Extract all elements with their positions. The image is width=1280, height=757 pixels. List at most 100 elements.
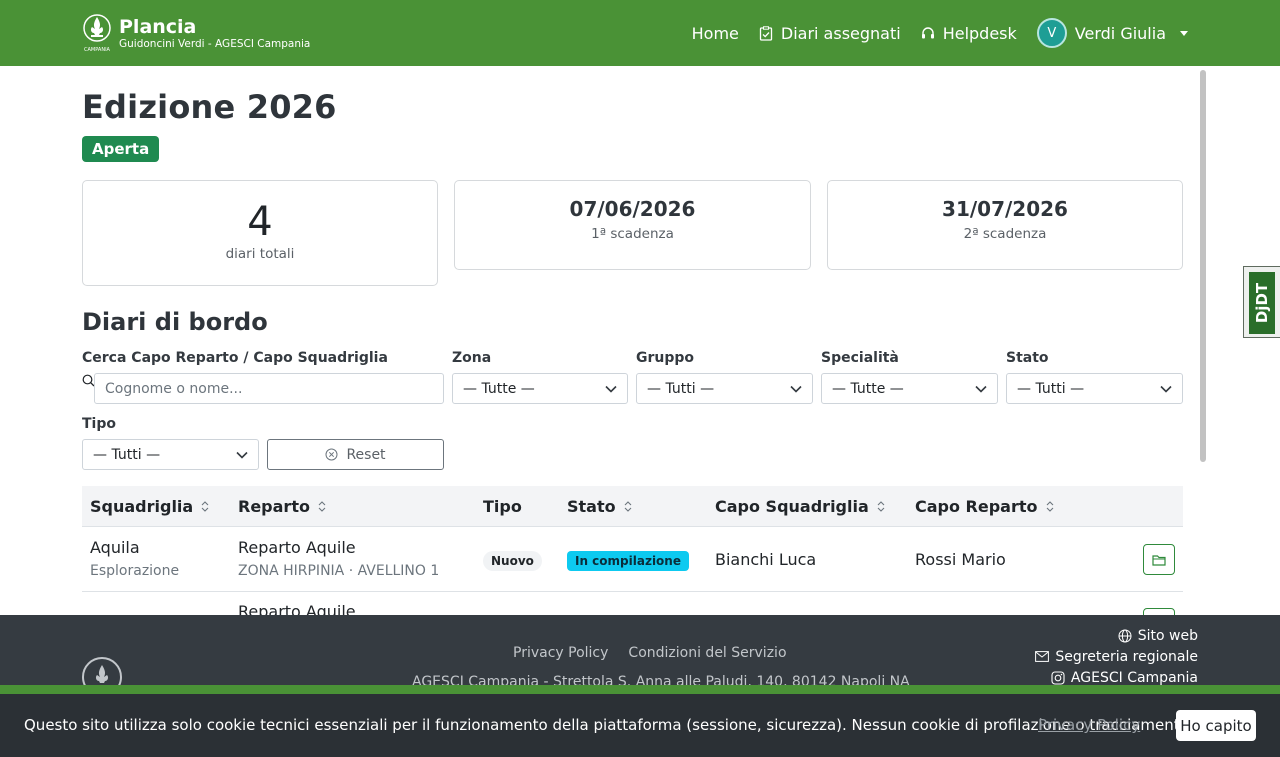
th-capo-reparto-label: Capo Reparto	[915, 497, 1038, 516]
footer-instagram-link[interactable]: AGESCI Campania	[1035, 667, 1198, 685]
th-reparto-label: Reparto	[238, 497, 310, 516]
headset-icon	[921, 26, 935, 40]
stat-card-deadline-2: 31/07/2026 2ª scadenza	[827, 180, 1183, 270]
footer-address: AGESCI Campania - Strettola S. Anna alle…	[412, 674, 910, 685]
scrollbar-thumb[interactable]	[1200, 70, 1206, 462]
th-stato[interactable]: Stato	[567, 497, 632, 516]
brand-title: Plancia	[119, 15, 197, 38]
sort-icon	[1046, 501, 1054, 512]
search-input[interactable]	[94, 373, 444, 404]
cookie-banner: Questo sito utilizza solo cookie tecnici…	[0, 694, 1280, 757]
th-tipo-label: Tipo	[483, 497, 522, 516]
th-stato-label: Stato	[567, 497, 616, 516]
stat-deadline1-value: 07/06/2026	[569, 197, 696, 221]
cell-capo-squadriglia: Bianchi Luca	[715, 550, 817, 569]
page-title: Edizione 2026	[82, 88, 337, 126]
specialita-value: — Tutte —	[832, 380, 904, 397]
debug-toolbar-label: DjDT	[1253, 282, 1271, 324]
footer-segreteria-label: Segreteria regionale	[1055, 648, 1198, 665]
chevron-down-icon	[236, 451, 248, 459]
nav-helpdesk-label: Helpdesk	[942, 23, 1017, 43]
stat-deadline2-label: 2ª scadenza	[963, 226, 1047, 242]
footer-instagram-label: AGESCI Campania	[1070, 669, 1198, 686]
th-capo-reparto[interactable]: Capo Reparto	[915, 497, 1054, 516]
th-reparto[interactable]: Reparto	[238, 497, 326, 516]
stato-badge: In compilazione	[567, 551, 689, 571]
main-content: Edizione 2026 Aperta 4 diari totali 07/0…	[0, 66, 1280, 615]
cookie-privacy-link[interactable]: Privacy Policy	[1038, 716, 1140, 734]
cell-reparto: Reparto Aquile	[238, 538, 356, 557]
gruppo-select[interactable]: — Tutti —	[636, 373, 813, 404]
section-title: Diari di bordo	[82, 308, 268, 336]
nav-home-link[interactable]: Home	[692, 24, 739, 43]
footer-links: Privacy Policy Condizioni del Servizio	[513, 645, 807, 661]
clipboard-check-icon	[759, 25, 773, 41]
tipo-select[interactable]: — Tutti —	[82, 439, 259, 470]
stat-total-value: 4	[247, 199, 273, 245]
top-navbar: CAMPANIA Plancia Guidoncini Verdi - AGES…	[0, 0, 1280, 66]
nav-helpdesk-link[interactable]: Helpdesk	[921, 24, 1017, 43]
chevron-down-icon	[605, 385, 617, 393]
debug-toolbar-handle[interactable]: DjDT	[1243, 266, 1280, 338]
reset-button[interactable]: Reset	[267, 439, 444, 470]
scrollbar[interactable]	[1198, 68, 1208, 615]
footer-sito-web-link[interactable]: Sito web	[1035, 625, 1198, 646]
stat-total-label: diari totali	[225, 246, 295, 262]
chevron-down-icon	[790, 385, 802, 393]
footer-privacy-link[interactable]: Privacy Policy	[513, 645, 608, 661]
reset-label: Reset	[346, 446, 386, 463]
instagram-icon	[1051, 670, 1065, 685]
chevron-down-icon	[1160, 385, 1172, 393]
cell-reparto: Reparto Aquile	[238, 602, 356, 615]
cell-specialita: Esplorazione	[90, 563, 180, 579]
stato-label: Stato	[1006, 350, 1049, 366]
brand-subtitle: Guidoncini Verdi - AGESCI Campania	[119, 37, 311, 50]
gruppo-label: Gruppo	[636, 350, 695, 366]
chevron-down-icon	[975, 385, 987, 393]
sort-icon	[624, 501, 632, 512]
open-diario-button[interactable]	[1143, 608, 1175, 615]
stato-select[interactable]: — Tutti —	[1006, 373, 1183, 404]
zona-select[interactable]: — Tutte —	[452, 373, 628, 404]
sort-icon	[877, 501, 885, 512]
stato-value: — Tutti —	[1017, 380, 1085, 397]
table-header: Squadriglia Reparto Tipo Stato Capo Squa…	[82, 486, 1183, 527]
svg-text:CAMPANIA: CAMPANIA	[84, 47, 111, 53]
tipo-label: Tipo	[82, 416, 116, 432]
stat-deadline2-value: 31/07/2026	[942, 197, 1068, 221]
cookie-accept-button[interactable]: Ho capito	[1176, 710, 1256, 741]
specialita-label: Specialità	[821, 350, 899, 366]
user-menu-toggle[interactable]: V Verdi Giulia	[1036, 18, 1188, 48]
table-row: Reparto Aquile	[82, 592, 1183, 615]
cell-reparto-sub: ZONA HIRPINIA · AVELLINO 1	[238, 563, 440, 579]
envelope-icon	[1035, 651, 1050, 662]
brand[interactable]: CAMPANIA Plancia Guidoncini Verdi - AGES…	[82, 13, 310, 53]
stat-card-total: 4 diari totali	[82, 180, 438, 286]
x-circle-icon	[325, 448, 338, 461]
folder-icon	[1152, 554, 1166, 566]
tipo-badge: Nuovo	[483, 551, 542, 571]
footer-segreteria-link[interactable]: Segreteria regionale	[1035, 646, 1198, 667]
stat-deadline1-label: 1ª scadenza	[591, 226, 674, 242]
sort-icon	[201, 501, 209, 512]
specialita-select[interactable]: — Tutte —	[821, 373, 998, 404]
status-badge: Aperta	[82, 136, 160, 162]
avatar: V	[1036, 18, 1067, 48]
sort-icon	[318, 501, 326, 512]
open-diario-button[interactable]	[1143, 544, 1175, 575]
cell-squadriglia: Aquila	[90, 538, 140, 557]
th-squadriglia[interactable]: Squadriglia	[90, 497, 209, 516]
zona-value: — Tutte —	[463, 380, 535, 397]
footer-green-stripe	[0, 685, 1280, 694]
tipo-value: — Tutti —	[93, 446, 161, 463]
user-name: Verdi Giulia	[1074, 23, 1166, 43]
th-capo-squadriglia[interactable]: Capo Squadriglia	[715, 497, 885, 516]
nav-diari-label: Diari assegnati	[780, 23, 901, 43]
gruppo-value: — Tutti —	[647, 380, 715, 397]
footer-terms-link[interactable]: Condizioni del Servizio	[628, 645, 786, 661]
footer-contacts: Sito web Segreteria regionale AGESCI Cam…	[1035, 625, 1198, 685]
nav-diari-link[interactable]: Diari assegnati	[759, 24, 901, 43]
cookie-text: Questo sito utilizza solo cookie tecnici…	[24, 716, 1194, 734]
cell-capo-reparto: Rossi Mario	[915, 550, 1006, 569]
table-row: Aquila Esplorazione Reparto Aquile ZONA …	[82, 527, 1183, 592]
